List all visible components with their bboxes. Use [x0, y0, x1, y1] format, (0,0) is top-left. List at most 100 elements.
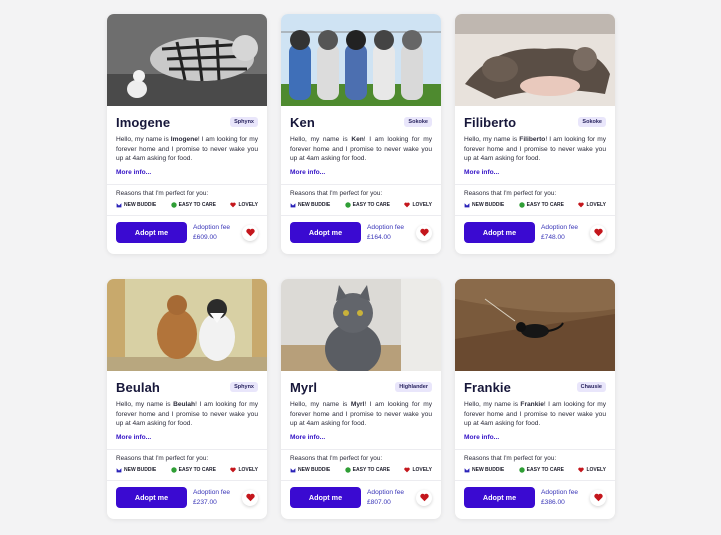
adoption-fee: Adoption fee £164.00: [367, 223, 404, 242]
pet-description: Hello, my name is Beulah! I am looking f…: [116, 401, 259, 428]
paw-icon: [290, 202, 296, 208]
more-info-link[interactable]: More info...: [107, 164, 267, 178]
tag-new-buddie: NEW BUDDIE: [116, 466, 156, 474]
heart-icon: [404, 467, 411, 473]
pet-name: Beulah: [116, 379, 160, 395]
tag-new-buddie: NEW BUDDIE: [290, 201, 330, 209]
green-dot-icon: [518, 202, 525, 208]
pet-name: Filiberto: [464, 114, 517, 130]
heart-icon: [230, 467, 237, 473]
fee-value: £609.00: [193, 233, 217, 241]
breed-badge: Sphynx: [230, 117, 258, 127]
reasons-label: Reasons that I'm perfect for you:: [464, 190, 557, 197]
tag-new-buddie: NEW BUDDIE: [116, 201, 156, 209]
adopt-button[interactable]: Adopt me: [116, 487, 187, 508]
favorite-button[interactable]: [242, 489, 258, 506]
tag-lovely: LOVELY: [230, 201, 258, 209]
heart-icon: [578, 202, 585, 208]
reason-tags: NEW BUDDIE EASY TO CARE LOVELY: [281, 462, 441, 474]
pet-description: Hello, my name is Imogene! I am looking …: [116, 136, 258, 163]
pet-name: Myrl: [290, 379, 318, 395]
green-dot-icon: [518, 467, 525, 473]
fee-label: Adoption fee: [541, 224, 579, 231]
fee-label: Adoption fee: [193, 224, 231, 231]
more-info-link[interactable]: More info...: [281, 164, 441, 178]
pet-card: Frankie Chausie Hello, my name is Franki…: [455, 279, 615, 519]
pet-name-inline: Imogene: [170, 136, 198, 143]
adoption-fee: Adoption fee £748.00: [541, 223, 578, 242]
fee-value: £164.00: [367, 233, 391, 241]
reason-tags: NEW BUDDIE EASY TO CARE LOVELY: [107, 197, 267, 209]
reasons-label: Reasons that I'm perfect for you:: [116, 455, 209, 462]
pet-description: Hello, my name is Myrl! I am looking for…: [290, 401, 432, 428]
adopt-button[interactable]: Adopt me: [290, 222, 361, 243]
tag-easy-to-care: EASY TO CARE: [344, 201, 390, 209]
fee-label: Adoption fee: [541, 489, 579, 496]
breed-badge: Sokoke: [404, 117, 432, 127]
fee-label: Adoption fee: [193, 489, 231, 496]
pet-name-inline: Frankie: [520, 401, 544, 408]
tag-new-buddie: NEW BUDDIE: [464, 201, 504, 209]
tag-lovely: LOVELY: [404, 201, 432, 209]
pet-photo[interactable]: [107, 279, 267, 371]
fee-value: £386.00: [541, 498, 565, 506]
pet-photo[interactable]: [107, 14, 267, 106]
reasons-label: Reasons that I'm perfect for you:: [290, 190, 383, 197]
tag-lovely: LOVELY: [230, 466, 258, 474]
pet-name-inline: Ken: [351, 136, 364, 143]
heart-icon: [245, 493, 255, 502]
breed-badge: Sokoke: [578, 117, 606, 127]
tag-easy-to-care: EASY TO CARE: [518, 466, 564, 474]
more-info-link[interactable]: More info...: [107, 429, 267, 443]
pet-description: Hello, my name is Frankie! I am looking …: [464, 401, 606, 428]
pet-card: Filiberto Sokoke Hello, my name is Filib…: [455, 14, 615, 254]
more-info-link[interactable]: More info...: [455, 164, 615, 178]
pet-description: Hello, my name is Ken! I am looking for …: [290, 136, 432, 163]
reason-tags: NEW BUDDIE EASY TO CARE LOVELY: [281, 197, 441, 209]
fee-label: Adoption fee: [367, 489, 405, 496]
green-dot-icon: [344, 202, 351, 208]
more-info-link[interactable]: More info...: [281, 429, 441, 443]
reasons-label: Reasons that I'm perfect for you:: [290, 455, 383, 462]
favorite-button[interactable]: [590, 224, 606, 241]
heart-icon: [245, 228, 255, 237]
pet-card: Ken Sokoke Hello, my name is Ken! I am l…: [281, 14, 441, 254]
paw-icon: [116, 202, 122, 208]
heart-icon: [593, 228, 603, 237]
heart-icon: [593, 493, 603, 502]
tag-lovely: LOVELY: [578, 201, 606, 209]
reason-tags: NEW BUDDIE EASY TO CARE LOVELY: [455, 197, 615, 209]
more-info-link[interactable]: More info...: [455, 429, 615, 443]
heart-icon: [230, 202, 237, 208]
pet-photo[interactable]: [455, 279, 615, 371]
adoption-fee: Adoption fee £386.00: [541, 488, 578, 507]
fee-label: Adoption fee: [367, 224, 405, 231]
reasons-label: Reasons that I'm perfect for you:: [464, 455, 557, 462]
reasons-label: Reasons that I'm perfect for you:: [116, 190, 209, 197]
pet-name: Frankie: [464, 379, 511, 395]
green-dot-icon: [344, 467, 351, 473]
pet-photo[interactable]: [281, 14, 441, 106]
favorite-button[interactable]: [416, 489, 432, 506]
favorite-button[interactable]: [590, 489, 606, 506]
adoption-fee: Adoption fee £807.00: [367, 488, 404, 507]
heart-icon: [404, 202, 411, 208]
adopt-button[interactable]: Adopt me: [464, 222, 535, 243]
tag-easy-to-care: EASY TO CARE: [344, 466, 390, 474]
fee-value: £748.00: [541, 233, 565, 241]
fee-value: £807.00: [367, 498, 391, 506]
pet-name-inline: Filiberto: [519, 136, 546, 143]
pet-photo[interactable]: [281, 279, 441, 371]
heart-icon: [419, 493, 429, 502]
pet-name: Ken: [290, 114, 315, 130]
adopt-button[interactable]: Adopt me: [290, 487, 361, 508]
pet-description: Hello, my name is Filiberto! I am lookin…: [464, 136, 606, 163]
reason-tags: NEW BUDDIE EASY TO CARE LOVELY: [107, 462, 267, 474]
pet-name-inline: Myrl: [350, 401, 365, 408]
favorite-button[interactable]: [242, 224, 258, 241]
adopt-button[interactable]: Adopt me: [116, 222, 187, 243]
pet-grid: Imogene Sphynx Hello, my name is Imogene…: [107, 14, 615, 519]
pet-photo[interactable]: [455, 14, 615, 106]
favorite-button[interactable]: [416, 224, 432, 241]
adopt-button[interactable]: Adopt me: [464, 487, 535, 508]
